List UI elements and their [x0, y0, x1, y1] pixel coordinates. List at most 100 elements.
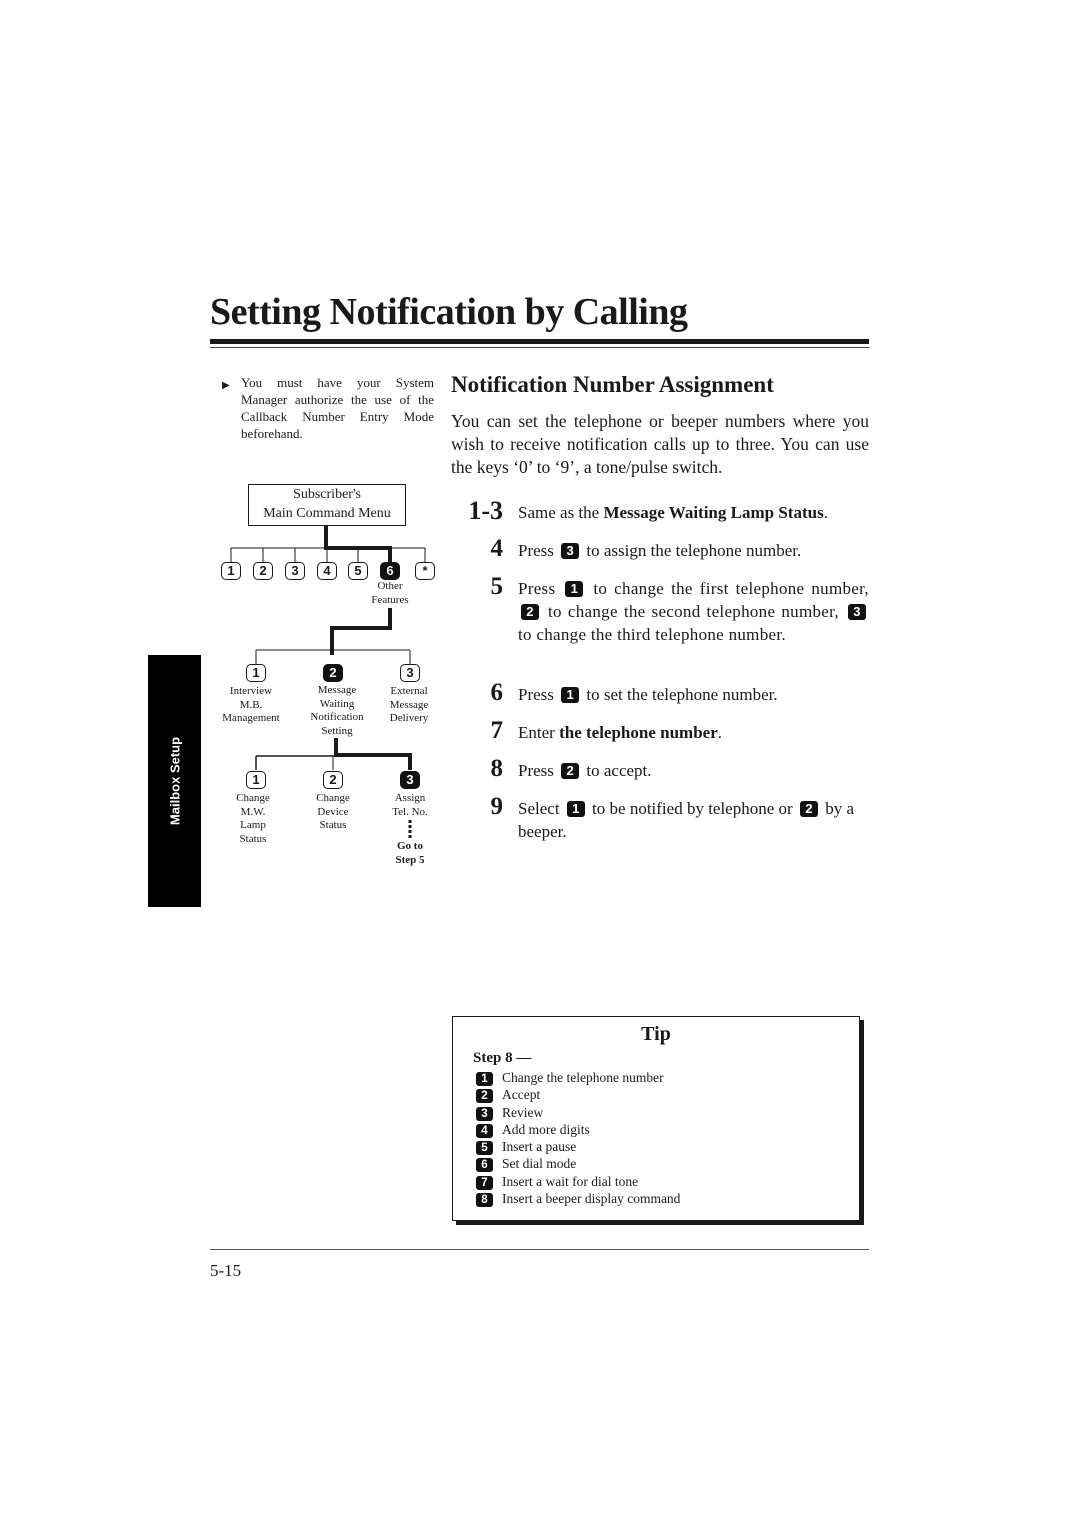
main-command-menu-box: Subscriber's Main Command Menu — [248, 484, 406, 526]
level3-key-1: 1 — [246, 771, 266, 789]
label-line: Status — [239, 832, 267, 845]
step-8: 8 Press 2 to accept. — [458, 755, 869, 782]
step-text-part: Press — [518, 761, 554, 780]
tip-item-text: Insert a wait for dial tone — [502, 1173, 639, 1189]
step-number: 4 — [490, 535, 504, 562]
assign-tel-no-label: Assign Tel. No. — [383, 792, 437, 819]
label-line: Step 5 — [395, 853, 425, 866]
tip-item-text: Insert a beeper display command — [502, 1191, 681, 1207]
tip-item: 7 Insert a wait for dial tone — [476, 1173, 680, 1190]
label-line: Features — [371, 593, 409, 606]
key-badge: 5 — [476, 1141, 493, 1156]
label-line: Change — [316, 792, 350, 804]
tip-item: 6 Set dial mode — [476, 1155, 680, 1173]
level2-key-2-selected: 2 — [323, 664, 343, 682]
key-badge: 2 — [521, 604, 539, 620]
step-text-part: to change the second telephone number, — [548, 602, 839, 621]
label-line: Other — [377, 580, 403, 592]
label-line: Status — [319, 819, 347, 831]
step-9: 9 Select 1 to be notified by telephone o… — [458, 794, 869, 843]
key-badge: 2 — [476, 1089, 493, 1104]
tip-item-text: Set dial mode — [502, 1156, 577, 1172]
external-message-delivery-label: External Message Delivery — [381, 685, 437, 726]
tip-item: 8 Insert a beeper display command — [476, 1190, 681, 1208]
tip-item: 4 Add more digits — [476, 1121, 680, 1138]
key-2: 2 — [253, 562, 273, 580]
footer-rule — [210, 1249, 869, 1250]
tip-item-text: Accept — [502, 1087, 541, 1103]
level3-key-2: 2 — [323, 771, 343, 789]
step-number: 8 — [490, 755, 504, 782]
other-features-label: Other Features — [367, 580, 413, 607]
label-line: Lamp — [240, 819, 266, 831]
step-text-part: to assign the telephone number. — [586, 541, 802, 560]
section-intro: You can set the telephone or beeper numb… — [451, 411, 869, 477]
label-line: Device — [317, 805, 349, 818]
key-badge: 3 — [476, 1106, 493, 1121]
prerequisite-note: ▶ You must have your System Manager auth… — [222, 374, 434, 442]
level2-key-1: 1 — [246, 664, 266, 682]
key-badge: 1 — [561, 687, 580, 703]
step-text-part: Press — [518, 685, 554, 704]
tip-item-text: Add more digits — [502, 1121, 590, 1137]
key-4: 4 — [317, 562, 337, 580]
tip-item: 5 Insert a pause — [476, 1138, 680, 1156]
key-badge: 1 — [565, 581, 584, 597]
step-text-bold: the telephone number — [559, 723, 718, 742]
step-text-bold: Message Waiting Lamp Status — [603, 503, 824, 522]
change-device-status-label: Change Device Status — [307, 792, 359, 833]
step-text-part: to change the first telephone number, — [593, 579, 869, 598]
key-badge: 3 — [561, 543, 580, 559]
step-text-part: Press — [518, 541, 554, 560]
step-text: Enter the telephone number. — [518, 721, 869, 744]
page-title: Setting Notification by Calling — [210, 291, 688, 333]
step-text: Same as the Message Waiting Lamp Status. — [518, 501, 869, 524]
step-4: 4 Press 3 to assign the telephone number… — [458, 535, 869, 562]
change-mw-lamp-status-label: Change M.W. Lamp Status — [227, 792, 279, 846]
step-number: 7 — [490, 717, 504, 744]
label-line: Waiting — [319, 697, 355, 710]
key-badge: 2 — [561, 763, 580, 779]
key-1: 1 — [221, 562, 241, 580]
label-line: Assign — [394, 792, 426, 804]
step-text-part: to accept. — [586, 761, 652, 780]
section-tab-label: Mailbox Setup — [167, 736, 182, 826]
key-badge: 8 — [476, 1193, 493, 1208]
key-badge: 4 — [476, 1123, 493, 1138]
tip-title: Tip — [641, 1023, 671, 1045]
tip-item-text: Review — [502, 1104, 544, 1120]
label-line: External — [390, 685, 428, 697]
label-line: Message — [389, 698, 429, 711]
step-number: 5 — [490, 573, 504, 600]
level2-key-3: 3 — [400, 664, 420, 682]
menu-tree-diagram: Subscriber's Main Command Menu 1 2 3 4 5… — [215, 480, 440, 880]
label-line: M.B. — [239, 698, 263, 711]
label-line: Setting — [321, 724, 353, 737]
step-text: Select 1 to be notified by telephone or … — [518, 797, 869, 843]
step-text-part: . — [717, 723, 722, 742]
label-line: Management — [222, 712, 280, 724]
key-badge: 2 — [799, 801, 818, 817]
key-badge: 6 — [476, 1158, 493, 1173]
step-text: Press 1 to set the telephone number. — [518, 683, 869, 706]
tip-step-label: Step 8 — — [473, 1050, 532, 1066]
label-line: Change — [236, 792, 270, 804]
key-5: 5 — [348, 562, 368, 580]
message-waiting-notification-label: Message Waiting Notification Setting — [299, 684, 375, 738]
title-rule-thick — [210, 339, 869, 344]
title-rule-thin — [210, 347, 869, 348]
key-badge: 1 — [476, 1072, 493, 1086]
key-star: * — [415, 562, 435, 580]
step-number: 6 — [490, 679, 504, 706]
triangle-right-icon: ▶ — [222, 380, 230, 391]
label-line: Go to — [397, 840, 423, 852]
goto-step5-label: Go to Step 5 — [383, 840, 437, 867]
tip-item-text: Insert a pause — [502, 1139, 577, 1155]
note-text: You must have your System Manager author… — [241, 375, 434, 441]
step-text-part: to change the third telephone number. — [518, 625, 786, 644]
section-heading: Notification Number Assignment — [451, 372, 774, 397]
key-badge: 3 — [847, 604, 866, 620]
interview-mb-management-label: Interview M.B. Management — [215, 685, 287, 726]
step-6: 6 Press 1 to set the telephone number. — [458, 679, 869, 706]
step-number: 1-3 — [468, 496, 503, 525]
